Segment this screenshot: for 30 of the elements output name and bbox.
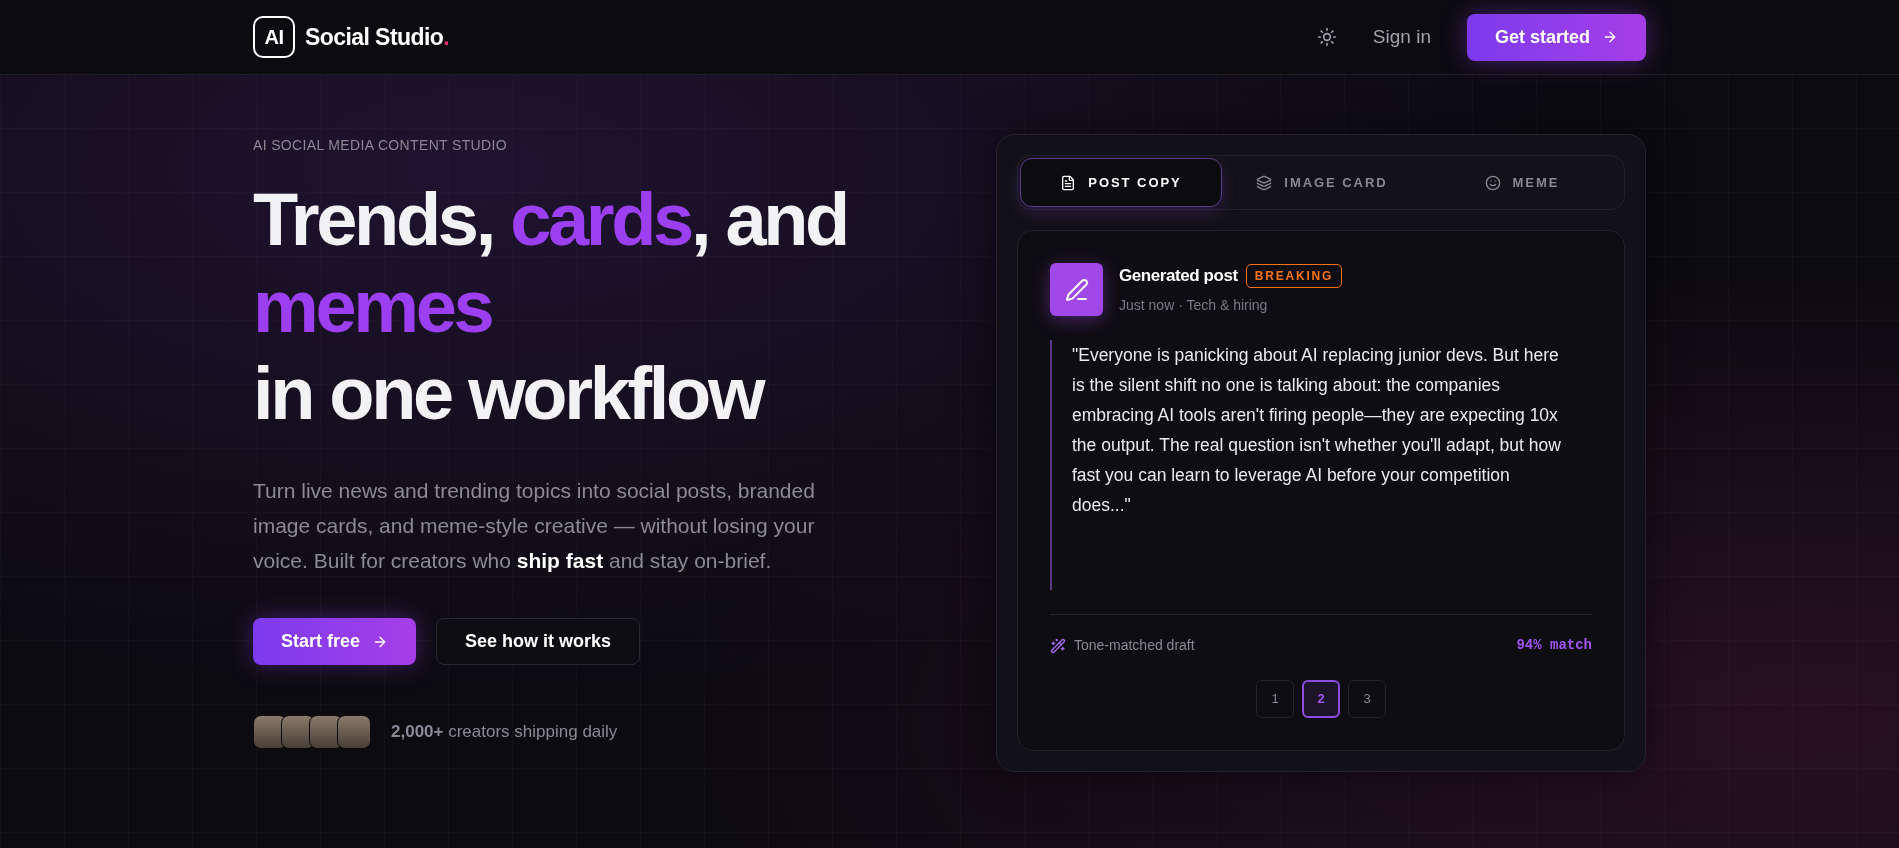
tone-label: Tone-matched draft: [1074, 636, 1195, 655]
page-button[interactable]: 1: [1256, 680, 1294, 718]
theme-toggle-button[interactable]: [1316, 27, 1337, 47]
smiley-icon: [1484, 174, 1501, 191]
breaking-badge: BREAKING: [1245, 263, 1343, 288]
post-meta: Just now · Tech & hiring: [1119, 295, 1269, 315]
sign-in-link[interactable]: Sign in: [1372, 22, 1431, 52]
pen-icon: [1050, 263, 1103, 316]
tab[interactable]: IMAGE CARD: [1222, 158, 1422, 207]
page-button[interactable]: 2: [1302, 680, 1340, 718]
see-how-it-works-button[interactable]: See how it works: [436, 618, 641, 665]
logo-text: Social Studio.: [305, 22, 450, 52]
tab[interactable]: POST COPY: [1020, 158, 1222, 207]
avatar-placeholder: [337, 715, 371, 749]
social-proof-text: 2,000+ creators shipping daily: [391, 721, 618, 744]
arrow-right-icon: [1602, 29, 1618, 45]
document-icon: [1060, 174, 1077, 191]
start-free-button[interactable]: Start free: [253, 618, 417, 665]
layers-icon: [1256, 174, 1273, 191]
match-score: 94% match: [1516, 636, 1592, 655]
get-started-button[interactable]: Get started: [1466, 13, 1646, 61]
tab[interactable]: MEME: [1422, 158, 1622, 207]
eyebrow-label: AI SOCIAL MEDIA CONTENT STUDIO: [253, 136, 508, 155]
hero-description: Turn live news and trending topics into social posts, branded image cards, and meme-style creative — without losing your voice. Built for creators who ship fast and stay on-brief.: [253, 478, 816, 574]
post-title: Generated post: [1119, 265, 1238, 287]
logo-mark: AI: [253, 16, 295, 58]
hero-headline: Trends, cards, and memes in one workflow: [253, 177, 848, 437]
page-button[interactable]: 3: [1348, 680, 1386, 718]
magic-wand-icon: [1050, 637, 1066, 654]
post-body: "Everyone is panicking about AI replacing junior devs. But here is the silent shift no one is talking about: the companies embracing AI tools aren't firing people—they are expecting 10x the output. The real question isn't whether you'll adapt, but how fast you can learn to leverage AI before your competition does...": [1072, 344, 1562, 517]
